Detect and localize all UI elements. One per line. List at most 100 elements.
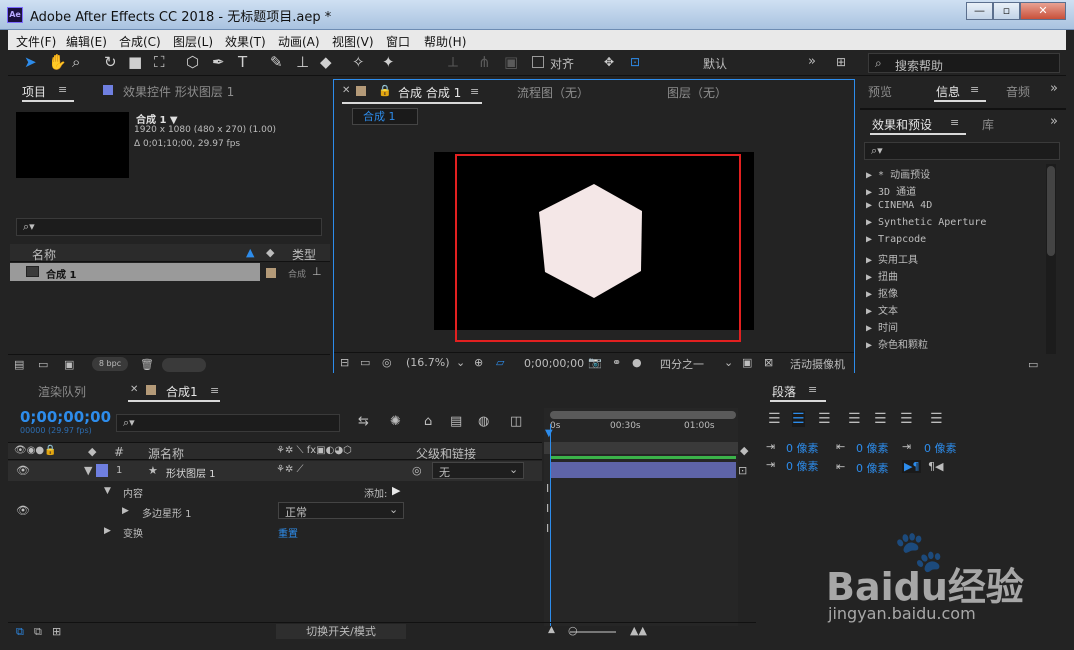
new-preset-icon[interactable]: ▭ (1028, 358, 1038, 371)
sort-arrow-icon[interactable]: ▲ (246, 246, 254, 259)
layer-switches-toggle-icon[interactable]: ⧉ (16, 625, 24, 639)
menu-help[interactable]: 帮助(H) (424, 33, 466, 50)
panel-menu-icon[interactable]: ≡ (470, 85, 479, 98)
col-type[interactable]: 类型 (292, 246, 316, 263)
comp-mini-flowchart-icon[interactable]: ⇆ (358, 414, 369, 429)
zoom-in-icon[interactable]: ▲▲ (630, 624, 647, 637)
menu-file[interactable]: 文件(F) (16, 33, 56, 50)
space-after-value[interactable]: 0 像素 (856, 460, 889, 476)
panel-menu-icon[interactable]: ≡ (58, 83, 67, 96)
tab-render-queue[interactable]: 渲染队列 (38, 383, 86, 400)
close-tab-icon[interactable]: ✕ (130, 384, 138, 395)
project-search-input[interactable]: ⌕▾ (16, 218, 322, 236)
overflow-icon[interactable]: » (1050, 81, 1058, 96)
layer-switches-icons[interactable]: ⚘✲ ⟋ (276, 464, 304, 475)
pan-behind-tool-icon[interactable]: ⛶ (154, 53, 165, 71)
comp-button-icon[interactable]: ◆ (740, 444, 748, 457)
minimize-button[interactable]: — (966, 2, 993, 20)
label-tag-icon[interactable]: ◆ (266, 246, 274, 259)
comp-name[interactable]: 合成 1 ▼ (136, 111, 178, 126)
space-before-value[interactable]: 0 像素 (856, 440, 889, 456)
layer-label-swatch[interactable] (96, 464, 108, 477)
zoom-value[interactable]: (16.7%) (406, 356, 450, 369)
new-comp-icon[interactable]: ▣ (64, 358, 74, 371)
maximize-button[interactable]: ▫ (993, 2, 1020, 20)
scrollbar-thumb[interactable] (1047, 166, 1055, 256)
flowchart-icon[interactable]: ⊥ (312, 265, 322, 278)
snapshot-icon[interactable]: 📷 (588, 356, 602, 369)
tab-info[interactable]: 信息 (936, 83, 960, 100)
parent-dropdown[interactable]: 无 ⌄ (432, 462, 524, 479)
graph-editor-icon[interactable]: ◫ (510, 414, 522, 429)
panel-menu-icon[interactable]: ≡ (970, 83, 979, 96)
effects-search-input[interactable]: ⌕▾ (864, 142, 1060, 160)
clone-stamp-tool-icon[interactable]: ⊥ (296, 53, 309, 71)
playhead-icon[interactable]: ▼ (545, 428, 553, 439)
channels-icon[interactable]: ● (632, 356, 642, 369)
tab-library[interactable]: 库 (982, 116, 994, 133)
panel-menu-icon[interactable]: ≡ (950, 116, 959, 129)
effect-category[interactable]: ▶ 时间 (866, 319, 898, 334)
menu-edit[interactable]: 编辑(E) (66, 33, 107, 50)
pick-whip-icon[interactable]: ◎ (412, 464, 422, 477)
tab-timeline-comp[interactable]: 合成1 (166, 383, 198, 400)
panel-menu-icon[interactable]: ≡ (808, 383, 817, 396)
effect-category[interactable]: ▶ 抠像 (866, 285, 898, 300)
interpret-footage-icon[interactable]: ▤ (14, 358, 24, 371)
align-left-icon[interactable]: ☰ (768, 411, 781, 427)
tab-preview[interactable]: 预览 (868, 83, 892, 100)
effect-category[interactable]: ▶ 扭曲 (866, 268, 898, 283)
transfer-controls-icon[interactable]: ⧉ (34, 625, 42, 639)
project-scroll-slider[interactable] (162, 358, 206, 372)
timeline-search-input[interactable]: ⌕▾ (116, 414, 340, 432)
blend-mode-dropdown[interactable]: 正常 ⌄ (278, 502, 404, 519)
justify-left-icon[interactable]: ☰ (848, 411, 861, 427)
snap-edge-icon[interactable]: ⊡ (630, 53, 640, 71)
col-name[interactable]: 名称 (32, 246, 56, 263)
justify-all-icon[interactable]: ☰ (930, 411, 943, 427)
selection-tool-icon[interactable]: ➤ (24, 53, 37, 71)
effect-category[interactable]: ▶ * 动画预设 (866, 166, 930, 181)
menu-animation[interactable]: 动画(A) (278, 33, 320, 50)
frame-blending-icon[interactable]: ▤ (450, 414, 462, 429)
chevron-down-icon[interactable]: ⌄ (724, 356, 733, 369)
bit-depth-button[interactable]: 8 bpc (92, 357, 128, 371)
timeline-timecode[interactable]: 0;00;00;00 (20, 408, 111, 426)
workspace-overflow-icon[interactable]: » (808, 54, 816, 69)
keyframe-marker[interactable]: I (546, 522, 549, 535)
first-line-indent-value[interactable]: 0 像素 (924, 440, 957, 456)
align-right-icon[interactable]: ☰ (818, 411, 831, 427)
composition-button-icon[interactable]: ⊡ (738, 464, 747, 477)
current-time-indicator[interactable] (550, 424, 551, 626)
menu-effect[interactable]: 效果(T) (225, 33, 266, 50)
eraser-tool-icon[interactable]: ◆ (320, 53, 332, 71)
align-center-icon[interactable]: ☰ (792, 411, 805, 427)
viewer-timecode[interactable]: 0;00;00;00 (524, 357, 584, 370)
puppet-tool-icon[interactable]: ✦ (382, 53, 395, 71)
layer-row[interactable]: 👁 ▼ 1 ★ 形状图层 1 ⚘✲ ⟋ ◎ 无 ⌄ (8, 461, 542, 481)
effect-category[interactable]: ▶ 杂色和颗粒 (866, 336, 928, 351)
effect-category[interactable]: ▶ Trapcode (866, 234, 926, 245)
av-features-icon[interactable]: 👁◉●🔒 (14, 445, 57, 456)
eye-icon[interactable]: 👁 (16, 464, 30, 477)
pen-tool-icon[interactable]: ✒ (212, 53, 225, 71)
tab-project[interactable]: 项目 (22, 83, 46, 100)
new-folder-icon[interactable]: ▭ (38, 358, 48, 371)
expand-transform-icon[interactable]: ▶ (104, 526, 111, 536)
workspace-label[interactable]: 默认 (703, 55, 727, 72)
shape-tool-icon[interactable]: ⬡ (186, 53, 199, 71)
expand-contents-icon[interactable]: ▼ (104, 486, 111, 496)
effect-category[interactable]: ▶ CINEMA 4D (866, 200, 932, 211)
polystar-name[interactable]: 多边星形 1 (142, 505, 192, 520)
effect-category[interactable]: ▶ 文本 (866, 302, 898, 317)
type-tool-icon[interactable]: T (238, 53, 247, 71)
ltr-direction-icon[interactable]: ▶¶ (902, 460, 922, 473)
vr-icon[interactable]: ◎ (382, 356, 392, 369)
camera-dropdown[interactable]: 活动摄像机 (790, 356, 845, 372)
justify-right-icon[interactable]: ☰ (900, 411, 913, 427)
eye-icon[interactable]: 👁 (16, 504, 30, 517)
chevron-down-icon[interactable]: ⌄ (456, 356, 465, 369)
menu-view[interactable]: 视图(V) (332, 33, 374, 50)
effects-scrollbar[interactable] (1046, 164, 1056, 354)
close-button[interactable]: ✕ (1020, 2, 1066, 20)
